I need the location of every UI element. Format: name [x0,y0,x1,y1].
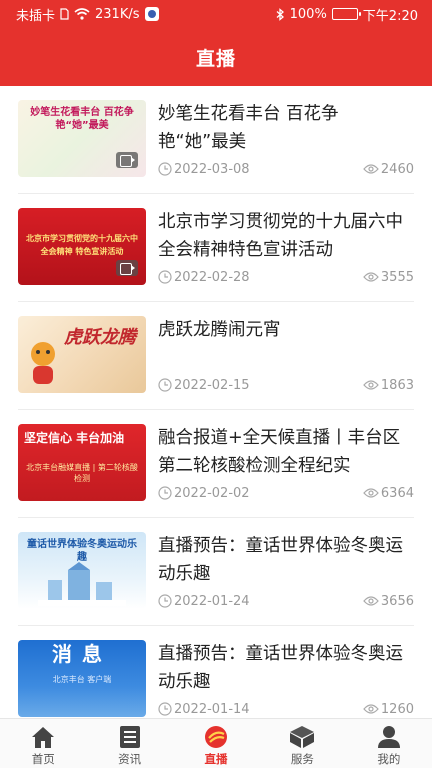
page-title: 直播 [195,47,236,70]
eye-icon [363,488,379,498]
app-notification-icon [144,7,159,21]
clock-icon [158,486,172,500]
home-icon [30,725,56,749]
item-title[interactable]: 直播预告：童话世界体验冬奥运动乐趣 [158,640,408,696]
thumbnail-text: 坚定信心 丰台加油 [24,431,125,445]
eye-icon [363,272,379,282]
item-date: 2022-01-14 [174,701,250,717]
video-icon [116,260,138,276]
battery-percent: 100% [289,6,327,22]
status-bar: 未插卡 231K/s 100% 下午2:20 [0,0,432,28]
tab-profile[interactable]: 我的 [346,719,432,768]
clock-icon [158,270,172,284]
network-speed: 231K/s [95,6,140,22]
item-title[interactable]: 融合报道+全天候直播丨丰台区第二轮核酸检测全程纪实 [158,424,408,480]
item-thumbnail[interactable]: 北京市学习贯彻党的十九届六中全会精神 特色宣讲活动 [18,208,146,285]
item-meta: 2022-02-28 3555 [158,267,414,287]
item-meta: 2022-02-15 1863 [158,375,414,395]
tab-label: 直播 [204,752,228,766]
eye-icon [363,164,379,174]
user-icon [376,725,402,749]
bottom-tab-bar: 首页 资讯 直播 服务 我的 [0,718,432,768]
live-icon [203,725,229,749]
thumbnail-text: 虎跃龙腾 [64,327,136,348]
thumbnail-subtext: 北京丰台 客户端 [52,675,112,684]
item-thumbnail[interactable]: 童话世界体验冬奥运动乐趣 [18,532,146,609]
item-views: 6364 [380,485,414,501]
item-views: 1863 [380,377,414,393]
box-icon [289,725,315,749]
item-thumbnail[interactable]: 消息 北京丰台 客户端 [18,640,146,717]
item-date: 2022-03-08 [174,161,250,177]
tab-services[interactable]: 服务 [259,719,345,768]
clock-icon [158,594,172,608]
thumbnail-text: 消息 [52,642,112,666]
tab-home[interactable]: 首页 [0,719,86,768]
tab-label: 我的 [377,752,401,766]
list-item[interactable]: 消息 北京丰台 客户端 直播预告：童话世界体验冬奥运动乐趣 2022-01-14… [18,626,414,718]
thumbnail-text: 妙笔生花看丰台 百花争艳“她”最美 [30,107,134,131]
carrier-text: 未插卡 [16,8,56,24]
item-views: 1260 [380,701,414,717]
clock-icon [158,162,172,176]
item-thumbnail[interactable]: 妙笔生花看丰台 百花争艳“她”最美 [18,100,146,177]
item-thumbnail[interactable]: 虎跃龙腾 [18,316,146,393]
item-date: 2022-02-15 [174,377,250,393]
wifi-icon [74,8,90,20]
tab-news[interactable]: 资讯 [86,719,172,768]
item-date: 2022-02-02 [174,485,250,501]
battery-icon [331,8,361,20]
item-date: 2022-02-28 [174,269,250,285]
live-list[interactable]: 妙笔生花看丰台 百花争艳“她”最美 妙笔生花看丰台 百花争艳“她”最美 2022… [0,86,432,718]
eye-icon [363,380,379,390]
video-icon [116,152,138,168]
eye-icon [363,704,379,714]
item-meta: 2022-01-24 3656 [158,591,414,611]
bluetooth-icon [276,7,284,21]
list-item[interactable]: 妙笔生花看丰台 百花争艳“她”最美 妙笔生花看丰台 百花争艳“她”最美 2022… [18,86,414,194]
app-header: 直播 [0,28,432,86]
clock-icon [158,378,172,392]
item-title[interactable]: 直播预告：童话世界体验冬奥运动乐趣 [158,532,408,588]
sim-icon [60,8,69,20]
item-meta: 2022-02-02 6364 [158,483,414,503]
item-meta: 2022-01-14 1260 [158,699,414,718]
list-item[interactable]: 童话世界体验冬奥运动乐趣 直播预告：童话世界体验冬奥运动乐趣 2022-01-2… [18,518,414,626]
item-title[interactable]: 虎跃龙腾闹元宵 [158,316,408,344]
item-thumbnail[interactable]: 坚定信心 丰台加油 北京丰台融媒直播 | 第二轮核酸检测 [18,424,146,501]
item-views: 2460 [380,161,414,177]
tab-label: 首页 [31,752,55,766]
clock-icon [158,702,172,716]
tiger-illustration-icon [31,342,55,384]
tab-live[interactable]: 直播 [173,719,259,768]
clock: 下午2:20 [362,8,418,24]
item-title[interactable]: 妙笔生花看丰台 百花争艳“她”最美 [158,100,408,156]
item-meta: 2022-03-08 2460 [158,159,414,179]
news-icon [117,725,143,749]
thumbnail-text: 童话世界体验冬奥运动乐趣 [27,539,137,563]
thumbnail-subtext: 北京丰台融媒直播 | 第二轮核酸检测 [26,463,138,483]
list-item[interactable]: 虎跃龙腾 虎跃龙腾闹元宵 2022-02-15 1863 [18,302,414,410]
thumbnail-text: 北京市学习贯彻党的十九届六中全会精神 特色宣讲活动 [26,234,138,256]
item-title[interactable]: 北京市学习贯彻党的十九届六中全会精神特色宣讲活动 [158,208,408,264]
tab-label: 服务 [290,752,314,766]
list-item[interactable]: 北京市学习贯彻党的十九届六中全会精神 特色宣讲活动 北京市学习贯彻党的十九届六中… [18,194,414,302]
eye-icon [363,596,379,606]
item-views: 3656 [380,593,414,609]
castle-illustration-icon [38,562,126,606]
item-views: 3555 [380,269,414,285]
list-item[interactable]: 坚定信心 丰台加油 北京丰台融媒直播 | 第二轮核酸检测 融合报道+全天候直播丨… [18,410,414,518]
item-date: 2022-01-24 [174,593,250,609]
tab-label: 资讯 [118,752,142,766]
